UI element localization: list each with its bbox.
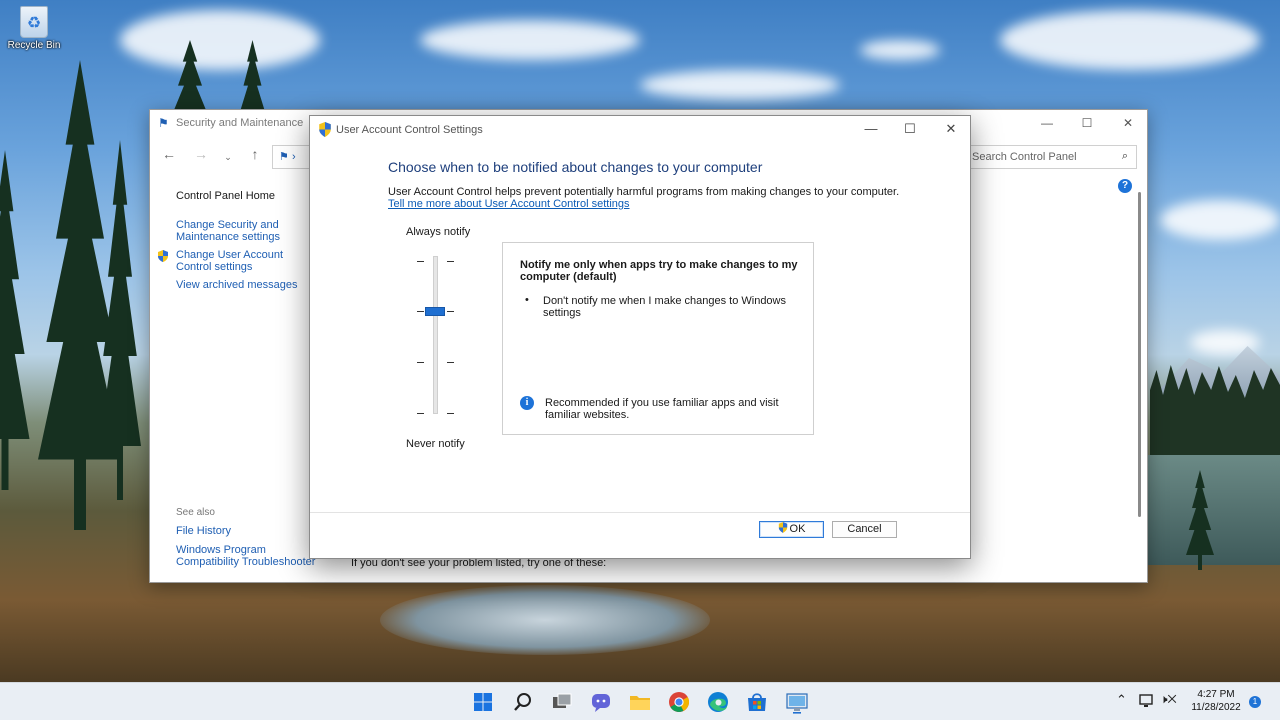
store-icon[interactable] xyxy=(745,690,769,714)
uac-close-button[interactable]: ✕ xyxy=(931,120,971,140)
uac-shield-icon xyxy=(778,522,787,533)
flag-icon: ⚑ xyxy=(158,116,169,130)
notification-slider-track[interactable] xyxy=(433,256,438,414)
search-icon[interactable] xyxy=(511,690,535,714)
teams-chat-icon[interactable] xyxy=(589,690,613,714)
uac-shield-icon xyxy=(319,122,331,137)
cp-close-button[interactable]: ✕ xyxy=(1108,114,1148,134)
help-icon[interactable]: ? xyxy=(1118,179,1132,193)
notification-badge[interactable]: 1 xyxy=(1249,696,1261,708)
file-explorer-icon[interactable] xyxy=(628,690,652,714)
slider-tick xyxy=(447,413,454,414)
cp-minimize-button[interactable]: — xyxy=(1027,114,1067,134)
start-icon[interactable] xyxy=(471,690,495,714)
slider-bottom-label: Never notify xyxy=(406,438,465,450)
bullet-icon: • xyxy=(525,294,529,306)
slider-tick xyxy=(417,311,424,312)
address-bar[interactable]: ⚑ › xyxy=(272,145,312,169)
cp-scrollbar[interactable] xyxy=(1138,192,1141,517)
see-also-label: See also xyxy=(176,507,215,518)
clock-date: 11/28/2022 xyxy=(1191,702,1241,713)
cp-maximize-button[interactable]: ☐ xyxy=(1067,114,1107,134)
level-description-panel: Notify me only when apps try to make cha… xyxy=(502,242,814,435)
ok-button[interactable]: OK xyxy=(759,521,824,538)
slider-tick xyxy=(447,362,454,363)
address-flag-icon: ⚑ xyxy=(279,151,289,163)
sidebar-item-compat-troubleshooter[interactable]: Windows Program Compatibility Troublesho… xyxy=(176,544,321,568)
cp-window-title: Security and Maintenance xyxy=(176,117,304,129)
chevron-up-icon[interactable]: ⌃ xyxy=(1116,692,1127,708)
slider-tick xyxy=(417,362,424,363)
search-icon: ⌕ xyxy=(1121,150,1128,162)
uac-maximize-button[interactable]: ☐ xyxy=(890,120,930,140)
footer-divider xyxy=(310,512,970,513)
taskbar: ⌃ 🕨✕ 4:27 PM 11/28/2022 1 xyxy=(0,682,1280,720)
sidebar-item-change-uac[interactable]: Change User Account Control settings xyxy=(176,249,316,273)
slider-top-label: Always notify xyxy=(406,226,471,238)
network-icon[interactable] xyxy=(1138,693,1154,709)
slider-tick xyxy=(447,261,454,262)
cp-navigation: ← → ⌄ ↑ xyxy=(160,146,264,168)
level-title: Notify me only when apps try to make cha… xyxy=(520,259,798,283)
system-clock[interactable]: 4:27 PM 11/28/2022 xyxy=(1186,688,1246,714)
info-icon: i xyxy=(520,396,534,410)
cancel-button[interactable]: Cancel xyxy=(832,521,897,538)
uac-window-title: User Account Control Settings xyxy=(336,124,483,136)
address-chevron: › xyxy=(291,151,296,163)
volume-icon[interactable]: 🕨✕ xyxy=(1160,692,1177,707)
task-view-icon[interactable] xyxy=(550,690,574,714)
sidebar-item-file-history[interactable]: File History xyxy=(176,525,231,537)
sidebar-item-change-security[interactable]: Change Security and Maintenance settings xyxy=(176,219,296,243)
back-arrow-icon[interactable]: ← xyxy=(160,146,178,168)
uac-heading: Choose when to be notified about changes… xyxy=(388,159,763,175)
uac-shield-icon xyxy=(158,250,168,262)
up-arrow-icon[interactable]: ↑ xyxy=(246,146,264,168)
clock-time: 4:27 PM xyxy=(1197,689,1235,700)
uac-titlebar[interactable]: User Account Control Settings — ☐ ✕ xyxy=(310,116,970,144)
cp-search-input[interactable]: Search Control Panel ⌕ xyxy=(965,145,1137,169)
slider-tick xyxy=(447,311,454,312)
uac-minimize-button[interactable]: — xyxy=(851,120,891,140)
uac-settings-dialog: User Account Control Settings — ☐ ✕ Choo… xyxy=(309,115,971,559)
slider-tick xyxy=(417,413,424,414)
recycle-bin-icon xyxy=(20,6,48,38)
edge-icon[interactable] xyxy=(706,690,730,714)
forward-arrow-icon[interactable]: → xyxy=(192,146,210,168)
cp-search-placeholder: Search Control Panel xyxy=(972,151,1077,163)
recommendation-text: Recommended if you use familiar apps and… xyxy=(545,397,779,421)
recycle-bin-shortcut[interactable]: Recycle Bin xyxy=(6,4,62,51)
chrome-icon[interactable] xyxy=(667,690,691,714)
slider-tick xyxy=(417,261,424,262)
recent-dropdown-icon[interactable]: ⌄ xyxy=(224,146,232,168)
sidebar-item-view-archived[interactable]: View archived messages xyxy=(176,279,297,291)
notification-slider-thumb[interactable] xyxy=(425,307,445,316)
recycle-bin-label: Recycle Bin xyxy=(7,40,61,51)
uac-description: User Account Control helps prevent poten… xyxy=(388,186,900,198)
uac-learn-more-link[interactable]: Tell me more about User Account Control … xyxy=(388,198,630,210)
sidebar-item-home[interactable]: Control Panel Home xyxy=(176,190,275,202)
ok-label: OK xyxy=(789,523,806,535)
level-bullet-text: Don't notify me when I make changes to W… xyxy=(543,295,786,319)
control-panel-icon[interactable] xyxy=(785,690,809,714)
